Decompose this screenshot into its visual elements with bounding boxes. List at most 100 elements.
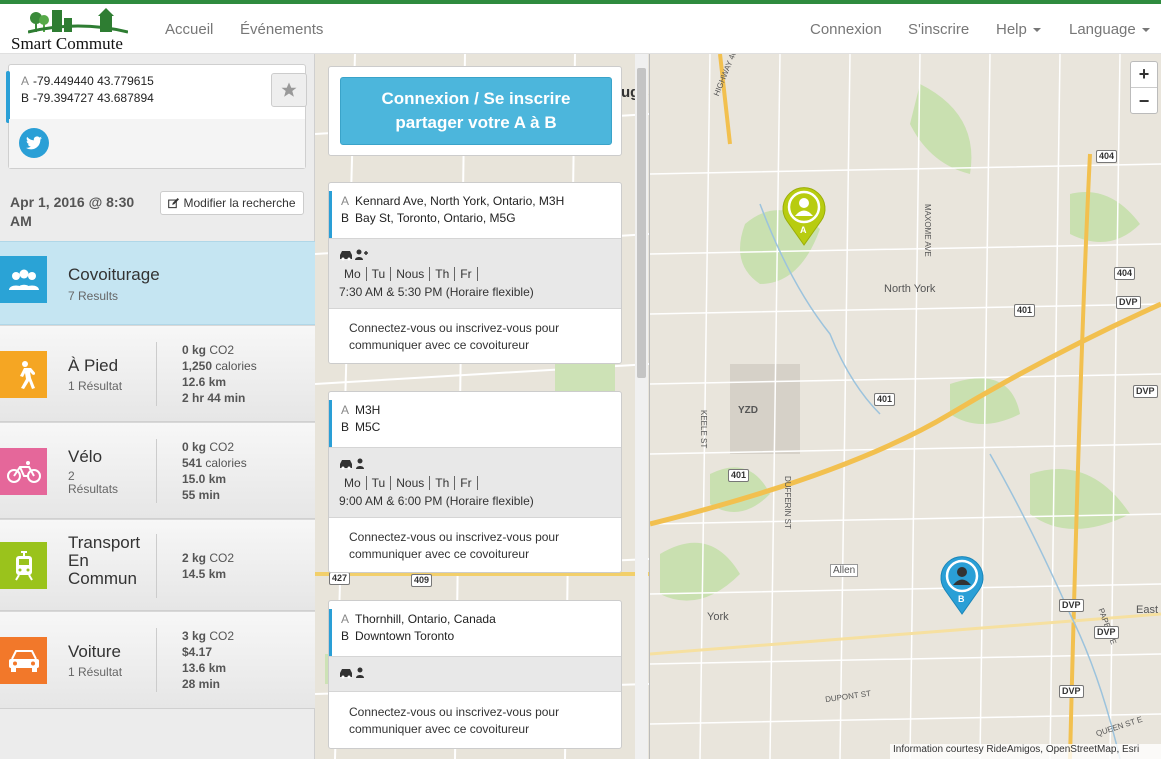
- nav-login[interactable]: Connexion: [810, 21, 882, 38]
- login-share-button[interactable]: Connexion / Se inscrire partager votre A…: [340, 77, 612, 145]
- ride-schedule: Mo Tu Nous Th Fr 9:00 AM & 6:00 PM (Horaire …: [329, 447, 621, 518]
- ride-type-icons: [339, 667, 369, 682]
- zoom-out-button[interactable]: −: [1131, 88, 1157, 114]
- mode-results: 1 Résultat: [68, 665, 123, 679]
- ride-login-message: Connectez-vous ou inscrivez-vous pour co…: [349, 530, 560, 561]
- mode-transit[interactable]: Transport En Commun 2 kg CO2 14.5 km: [0, 519, 315, 611]
- map-road-label: DUFFERIN ST: [783, 476, 792, 529]
- results-scrollbar[interactable]: [635, 54, 648, 759]
- stat-distance: 14.5 km: [182, 567, 227, 581]
- nav-language-label: Language: [1069, 21, 1136, 38]
- route-map[interactable]: North York YZD Allen York East Y HIGHWAY…: [650, 54, 1161, 759]
- nav-events[interactable]: Événements: [240, 21, 323, 38]
- stat-calories: 1,250 calories: [182, 359, 257, 373]
- nav-help-label: Help: [996, 21, 1027, 38]
- mode-stats: 0 kg CO2 1,250 calories 12.6 km 2 hr 44 …: [182, 342, 257, 406]
- zoom-control: + −: [1130, 61, 1158, 114]
- map-road-label: Allen: [830, 564, 859, 577]
- mode-stats: 2 kg CO2 14.5 km: [182, 550, 234, 582]
- destination-marker[interactable]: B: [939, 554, 985, 616]
- trip-datetime: Apr 1, 2016 @ 8:30 AM: [10, 194, 135, 229]
- mode-walk[interactable]: À Pied 1 Résultat 0 kg CO2 1,250 calorie…: [0, 325, 315, 422]
- twitter-icon: [26, 136, 42, 150]
- road-shield: 409: [411, 574, 433, 587]
- favorite-button[interactable]: [271, 73, 307, 107]
- logo-skyline-icon: [28, 8, 128, 34]
- chevron-down-icon: [1032, 28, 1041, 33]
- ride-login-message: Connectez-vous ou inscrivez-vous pour co…: [349, 321, 560, 352]
- mode-title: Vélo: [68, 447, 103, 466]
- map-attribution: Information courtesy RideAmigos, OpenStr…: [890, 744, 1161, 759]
- search-summary-card: A -79.449440 43.779615 B -79.394727 43.687…: [6, 64, 306, 169]
- ride-time: 7:30 AM & 5:30 PM (Horaire flexible): [339, 285, 534, 299]
- road-shield: DVP: [1059, 685, 1084, 698]
- road-shield: 401: [1014, 304, 1036, 317]
- mode-bike[interactable]: Vélo 2 Résultats 0 kg CO2 541 calories 1…: [0, 422, 315, 519]
- origin-row: A -79.449440 43.779615: [21, 74, 154, 88]
- mode-stats: 0 kg CO2 541 calories 15.0 km 55 min: [182, 439, 247, 503]
- brand-logo[interactable]: Smart Commute: [8, 6, 143, 53]
- scrollbar-thumb[interactable]: [637, 68, 646, 378]
- login-cta-line1: Connexion / Se inscrire: [381, 89, 571, 108]
- share-band: [9, 119, 305, 168]
- road-shield: 401: [874, 393, 896, 406]
- stat-co2: 0 kg CO2: [182, 440, 235, 454]
- stat-calories: 541 calories: [182, 456, 247, 470]
- mode-title: Voiture: [68, 642, 121, 661]
- carpool-result-card[interactable]: A Kennard Ave, North York, Ontario, M3H B…: [328, 182, 622, 364]
- stat-co2: 2 kg CO2: [182, 551, 235, 565]
- destination-label: B: [21, 91, 30, 105]
- card-accent: [6, 71, 10, 123]
- ride-days: Mo Tu Nous Th Fr: [339, 476, 478, 490]
- map-airport-label: YZD: [738, 405, 758, 416]
- mode-results: 1 Résultat: [68, 379, 123, 393]
- car-icon: [0, 637, 47, 684]
- car-driver-icon: [340, 458, 364, 470]
- road-shield: 427: [329, 572, 351, 585]
- twitter-share-button[interactable]: [19, 128, 49, 158]
- mode-divider: [156, 342, 157, 406]
- bike-icon: [0, 448, 47, 495]
- ride-origin: A Kennard Ave, North York, Ontario, M3H: [341, 194, 565, 208]
- zoom-in-button[interactable]: +: [1131, 62, 1157, 88]
- ride-type-icons: [339, 249, 369, 264]
- ride-destination: B Downtown Toronto: [341, 629, 455, 643]
- ride-time: 9:00 AM & 6:00 PM (Horaire flexible): [339, 494, 534, 508]
- map-canvas: [650, 54, 1161, 759]
- nav-home[interactable]: Accueil: [165, 21, 213, 38]
- results-panel: ughan 427 409 Connexion / Se inscrire pa…: [315, 54, 650, 759]
- road-shield: 404: [1114, 267, 1136, 280]
- mode-carpool[interactable]: Covoiturage 7 Results: [0, 241, 315, 325]
- destination-coords: -79.394727 43.687894: [33, 91, 154, 105]
- chevron-down-icon: [1141, 28, 1150, 33]
- stat-duration: 2 hr 44 min: [182, 391, 246, 405]
- stat-co2: 3 kg CO2: [182, 629, 235, 643]
- marker-label: A: [800, 225, 807, 235]
- card-accent: [329, 191, 332, 241]
- map-place-label: North York: [884, 283, 936, 295]
- road-shield: DVP: [1059, 599, 1084, 612]
- card-accent: [329, 609, 332, 659]
- stat-distance: 15.0 km: [182, 472, 227, 486]
- road-shield: 404: [1096, 150, 1118, 163]
- origin-marker[interactable]: A: [781, 185, 827, 247]
- people-icon: [0, 256, 47, 303]
- nav-signup[interactable]: S'inscrire: [908, 21, 969, 38]
- mode-title: Transport En Commun: [68, 533, 141, 588]
- nav-help-dropdown[interactable]: Help: [996, 21, 1041, 38]
- ride-type-icons: [339, 458, 369, 473]
- mode-car[interactable]: Voiture 1 Résultat 3 kg CO2 $4.17 13.6 k…: [0, 611, 315, 709]
- ride-days: Mo Tu Nous Th Fr: [339, 267, 478, 281]
- mode-title: À Pied: [68, 356, 119, 375]
- modify-search-button[interactable]: Modifier la recherche: [160, 191, 304, 215]
- carpool-result-card[interactable]: A Thornhill, Ontario, Canada B Downtown To…: [328, 600, 622, 749]
- destination-row: B -79.394727 43.687894: [21, 91, 154, 105]
- ride-login-message: Connectez-vous ou inscrivez-vous pour co…: [349, 705, 560, 736]
- ride-destination: B Bay St, Toronto, Ontario, M5G: [341, 211, 516, 225]
- carpool-result-card[interactable]: A M3H B M5C Mo Tu Nous Th Fr 9:00 AM & 6:00 PM…: [328, 391, 622, 573]
- ride-destination: B M5C: [341, 420, 381, 434]
- road-shield: DVP: [1094, 626, 1119, 639]
- nav-language-dropdown[interactable]: Language: [1069, 21, 1150, 38]
- mode-results: 7 Results: [68, 289, 119, 303]
- road-shield: DVP: [1116, 296, 1141, 309]
